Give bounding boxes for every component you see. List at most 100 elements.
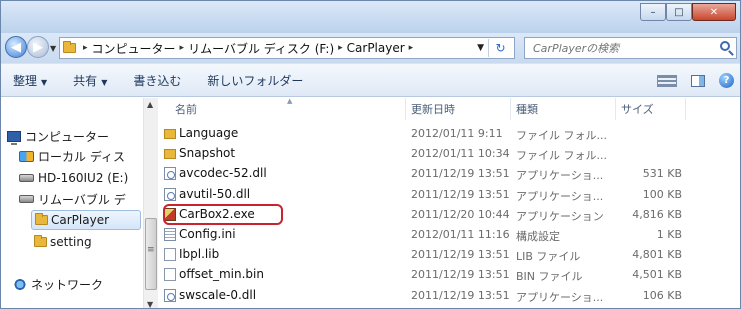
folder-icon xyxy=(35,213,48,225)
file-name: swscale-0.dll xyxy=(179,287,257,302)
column-header-type[interactable]: 種類 xyxy=(511,98,616,120)
file-icon xyxy=(164,248,176,262)
drive-icon xyxy=(19,174,34,182)
scroll-up-icon[interactable]: ▲ xyxy=(147,100,153,109)
nav-item-label: コンピューター xyxy=(25,129,110,144)
caption-buttons: – □ ✕ xyxy=(640,3,736,21)
search-box[interactable] xyxy=(524,37,737,59)
refresh-button[interactable]: ↻ xyxy=(488,39,512,57)
chevron-down-icon: ▼ xyxy=(41,77,48,87)
file-date: 2012/01/11 11:16 xyxy=(411,228,510,241)
folder-icon xyxy=(63,41,76,53)
nav-item-network[interactable]: ネットワーク xyxy=(13,274,103,294)
burn-button[interactable]: 書き込む xyxy=(133,72,181,89)
file-type: アプリケーショ... xyxy=(516,169,604,183)
folder-icon xyxy=(164,149,176,160)
file-row[interactable]: avutil-50.dll 2011/12/19 13:51 アプリケーショ... 1… xyxy=(161,185,740,205)
file-size: 4,801 KB xyxy=(632,248,682,262)
back-arrow-icon: ◀ xyxy=(11,39,21,55)
file-size: 4,501 KB xyxy=(632,268,682,282)
search-input[interactable] xyxy=(525,41,705,55)
network-icon xyxy=(13,278,27,290)
dll-file-icon xyxy=(164,167,176,181)
column-header-name[interactable]: 名前 ▲ xyxy=(161,97,406,120)
column-header-date[interactable]: 更新日時 xyxy=(406,98,511,120)
file-date: 2011/12/19 13:51 xyxy=(411,187,510,201)
navigation-pane: コンピューター ローカル ディス HD-160IU2 (E:) リムーバブル デ… xyxy=(1,98,158,308)
breadcrumb-carplayer[interactable]: CarPlayer xyxy=(347,41,405,55)
folder-icon xyxy=(164,129,176,139)
file-icon xyxy=(164,268,176,282)
chevron-right-icon[interactable]: ▸ xyxy=(338,43,343,53)
file-row[interactable]: Language 2012/01/11 9:11 ファイル フォル... xyxy=(161,124,740,144)
view-options-icon[interactable] xyxy=(657,74,677,87)
nav-item-label: ローカル ディス xyxy=(38,149,125,164)
file-size: 1 KB xyxy=(656,228,682,241)
title-bar: – □ ✕ xyxy=(1,1,740,33)
file-name: offset_min.bin xyxy=(179,267,264,282)
scroll-down-icon[interactable]: ▼ xyxy=(147,300,153,308)
file-size: 4,816 KB xyxy=(632,207,682,221)
chevron-right-icon[interactable]: ▸ xyxy=(180,43,185,53)
file-row[interactable]: swscale-0.dll 2011/12/19 13:51 アプリケーショ... 1… xyxy=(161,286,740,306)
file-list: 名前 ▲ 更新日時 種類 サイズ Language 2012/01/11 9:11… xyxy=(161,97,740,308)
file-row[interactable]: offset_min.bin 2011/12/19 13:51 BIN ファイル 4,… xyxy=(161,265,740,285)
nav-item-removable[interactable]: リムーバブル デ xyxy=(19,189,126,209)
file-row[interactable]: avcodec-52.dll 2011/12/19 13:51 アプリケーショ...… xyxy=(161,164,740,184)
chevron-right-icon[interactable]: ▸ xyxy=(409,43,414,53)
nav-item-carplayer[interactable]: CarPlayer xyxy=(31,210,141,230)
nav-scrollbar[interactable]: ▲ ▼ xyxy=(143,98,158,308)
column-label: 種類 xyxy=(516,103,538,116)
address-bar[interactable]: ▸ コンピューター ▸ リムーバブル ディスク (F:) ▸ CarPlayer… xyxy=(59,37,515,59)
file-date: 2012/01/11 9:11 xyxy=(411,127,503,140)
nav-item-local-disk[interactable]: ローカル ディス xyxy=(19,146,125,166)
new-folder-button[interactable]: 新しいフォルダー xyxy=(207,72,303,89)
file-name: Language xyxy=(179,126,239,140)
file-name: Config.ini xyxy=(179,227,236,241)
nav-item-computer[interactable]: コンピューター xyxy=(7,126,109,146)
preview-pane-icon[interactable] xyxy=(691,74,705,87)
nav-item-hd[interactable]: HD-160IU2 (E:) xyxy=(19,168,128,188)
file-row[interactable]: Config.ini 2012/01/11 11:16 構成設定 1 KB xyxy=(161,225,740,245)
organize-label: 整理 xyxy=(13,73,38,88)
breadcrumb-computer[interactable]: コンピューター xyxy=(92,40,176,57)
file-type: BIN ファイル xyxy=(516,270,583,284)
maximize-button[interactable]: □ xyxy=(666,3,692,21)
file-date: 2012/01/11 10:34 xyxy=(411,147,510,161)
removable-drive-icon xyxy=(19,195,34,203)
local-disk-icon xyxy=(19,150,34,162)
sort-ascending-icon: ▲ xyxy=(287,97,293,105)
forward-button[interactable]: ▶ xyxy=(27,36,49,58)
search-icon[interactable] xyxy=(720,41,730,51)
column-label: 名前 xyxy=(175,103,197,116)
folder-icon xyxy=(34,235,47,247)
share-label: 共有 xyxy=(73,73,98,88)
organize-menu[interactable]: 整理 ▼ xyxy=(13,72,47,89)
file-type: LIB ファイル xyxy=(516,250,581,264)
chevron-down-icon: ▼ xyxy=(101,77,108,87)
close-button[interactable]: ✕ xyxy=(692,3,736,21)
file-name: Snapshot xyxy=(179,146,236,161)
config-file-icon xyxy=(164,228,176,241)
share-menu[interactable]: 共有 ▼ xyxy=(73,72,107,89)
column-header-size[interactable]: サイズ xyxy=(616,98,686,120)
file-row[interactable]: Snapshot 2012/01/11 10:34 ファイル フォル... xyxy=(161,144,740,164)
scrollbar-thumb[interactable] xyxy=(145,218,157,290)
dll-file-icon xyxy=(164,288,176,302)
minimize-button[interactable]: – xyxy=(640,3,666,21)
file-size: 106 KB xyxy=(642,288,682,302)
file-type: 構成設定 xyxy=(516,230,560,243)
file-size: 531 KB xyxy=(642,167,682,181)
history-dropdown-icon[interactable]: ▼ xyxy=(50,44,56,53)
computer-icon xyxy=(7,130,21,145)
address-dropdown-icon[interactable]: ▼ xyxy=(477,43,484,53)
chevron-right-icon[interactable]: ▸ xyxy=(83,43,88,53)
file-type: アプリケーショ... xyxy=(516,290,604,304)
file-row[interactable]: Ibpl.lib 2011/12/19 13:51 LIB ファイル 4,801 KB xyxy=(161,245,740,265)
explorer-window: – □ ✕ ◀ ▶ ▼ ▸ コンピューター ▸ リムーバブル ディスク (F:)… xyxy=(0,0,741,309)
file-type: アプリケーショ... xyxy=(516,189,604,203)
back-button[interactable]: ◀ xyxy=(5,36,27,58)
help-icon[interactable]: ? xyxy=(719,73,734,88)
breadcrumb-removable-disk[interactable]: リムーバブル ディスク (F:) xyxy=(188,40,334,57)
nav-item-setting[interactable]: setting xyxy=(31,232,92,252)
